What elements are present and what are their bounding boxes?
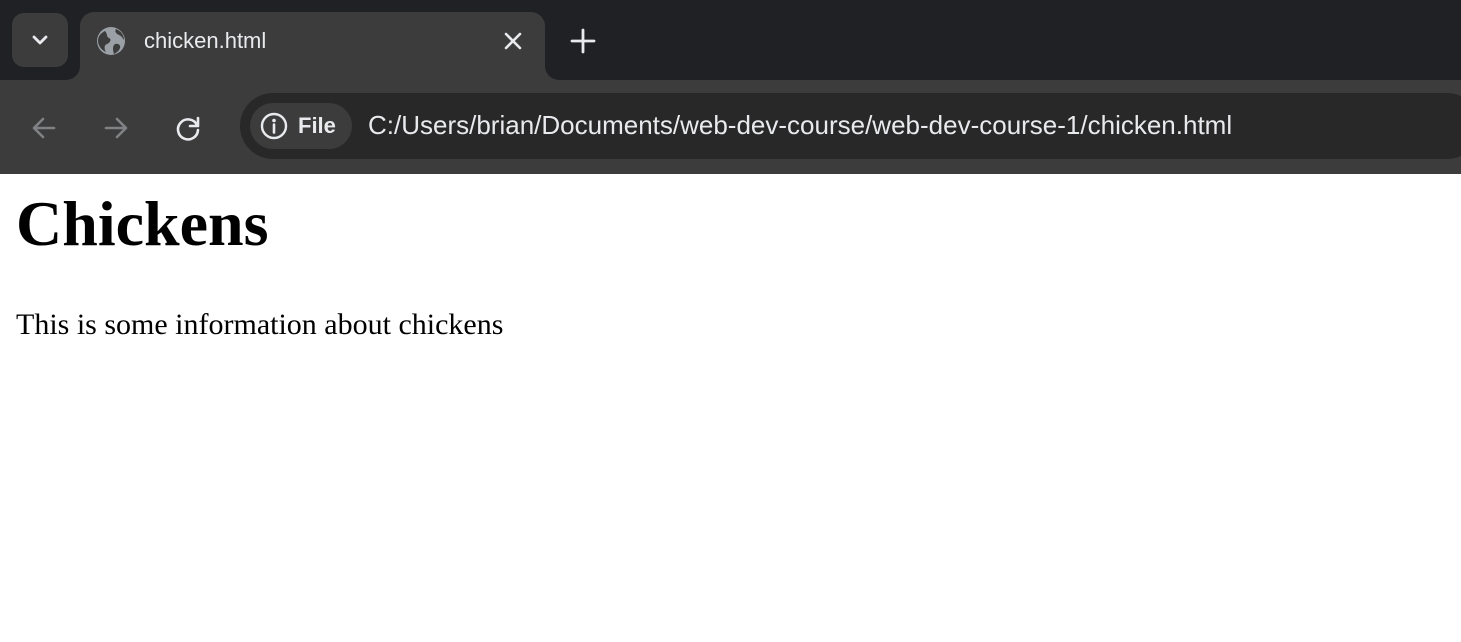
site-info-chip[interactable]: File <box>250 103 352 149</box>
new-tab-button[interactable] <box>566 24 600 58</box>
tab-search-button[interactable] <box>12 13 68 67</box>
tab-chicken[interactable]: chicken.html <box>80 12 545 80</box>
tab-strip: chicken.html <box>0 0 1461 80</box>
page-paragraph: This is some information about chickens <box>16 308 504 341</box>
globe-icon <box>97 27 125 55</box>
address-bar[interactable]: File C:/Users/brian/Documents/web-dev-co… <box>240 93 1461 159</box>
reload-icon <box>176 116 200 141</box>
arrow-left-icon <box>32 117 56 139</box>
page-heading: Chickens <box>16 188 269 259</box>
info-icon <box>260 112 288 140</box>
back-button[interactable] <box>24 108 64 148</box>
tab-title: chicken.html <box>144 28 267 53</box>
forward-button[interactable] <box>96 108 136 148</box>
site-info-label: File <box>298 113 336 138</box>
reload-button[interactable] <box>168 108 208 148</box>
plus-icon <box>570 28 596 54</box>
chevron-down-icon <box>32 35 48 45</box>
close-icon <box>504 32 522 50</box>
page-content: Chickens This is some information about … <box>0 174 1461 642</box>
arrow-right-icon <box>104 117 128 139</box>
close-tab-button[interactable] <box>498 26 528 56</box>
toolbar: File C:/Users/brian/Documents/web-dev-co… <box>0 80 1461 174</box>
url-text[interactable]: C:/Users/brian/Documents/web-dev-course/… <box>368 110 1232 141</box>
